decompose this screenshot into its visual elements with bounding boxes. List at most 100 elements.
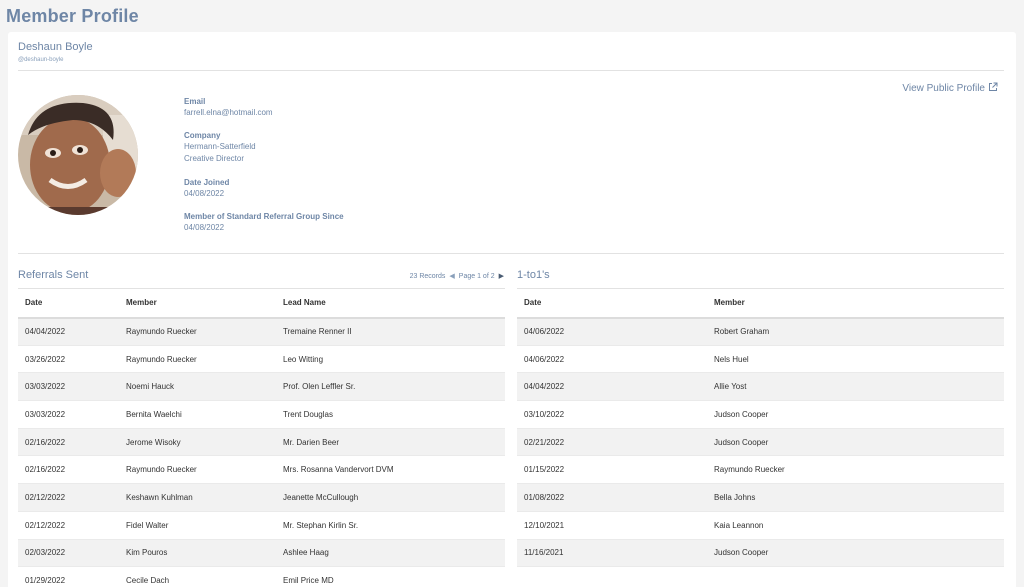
table-row[interactable]: 02/21/2022 Judson Cooper xyxy=(517,428,1004,457)
table-cell: 04/04/2022 xyxy=(18,317,119,346)
view-public-profile-link[interactable]: View Public Profile xyxy=(902,82,998,95)
table-cell: Kim Pouros xyxy=(119,539,276,568)
email-value: farrell.elna@hotmail.com xyxy=(184,108,273,117)
company-field: Company Hermann-Satterfield Creative Dir… xyxy=(184,130,256,165)
table-cell: Jeanette McCullough xyxy=(276,483,505,512)
col-lead-name[interactable]: Lead Name xyxy=(276,288,505,319)
table-cell: Mr. Stephan Kirlin Sr. xyxy=(276,511,505,540)
table-cell: 02/16/2022 xyxy=(18,428,119,457)
table-row[interactable]: 03/10/2022 Judson Cooper xyxy=(517,400,1004,429)
table-cell: Fidel Walter xyxy=(119,511,276,540)
table-cell: 02/16/2022 xyxy=(18,455,119,485)
col-member[interactable]: Member xyxy=(119,288,276,319)
table-cell: 02/12/2022 xyxy=(18,511,119,540)
table-cell: Bernita Waelchi xyxy=(119,400,276,429)
table-cell: 03/03/2022 xyxy=(18,372,119,402)
table-row[interactable]: 12/10/2021 Kaia Leannon xyxy=(517,511,1004,540)
table-cell: Prof. Olen Leffler Sr. xyxy=(276,372,505,402)
email-field: Email farrell.elna@hotmail.com xyxy=(184,96,273,119)
member-handle: @deshaun-boyle xyxy=(18,57,64,63)
page-indicator: Page 1 of 2 xyxy=(458,272,495,280)
table-cell: 03/26/2022 xyxy=(18,345,119,374)
table-row[interactable]: 02/03/2022 Kim Pouros Ashlee Haag xyxy=(18,539,505,568)
table-row[interactable]: 01/15/2022 Raymundo Ruecker xyxy=(517,455,1004,485)
table-row[interactable]: 02/16/2022 Raymundo Ruecker Mrs. Rosanna V… xyxy=(18,455,505,485)
company-role: Creative Director xyxy=(184,154,245,163)
table-cell: 02/12/2022 xyxy=(18,483,119,512)
table-cell: Leo Witting xyxy=(276,345,505,374)
table-cell: 01/15/2022 xyxy=(517,455,707,485)
table-cell: Noemi Hauck xyxy=(119,372,276,402)
page-title: Member Profile xyxy=(6,6,139,26)
table-cell: Cecile Dach xyxy=(119,566,276,587)
table-row[interactable]: 03/26/2022 Raymundo Ruecker Leo Witting xyxy=(18,345,505,374)
view-public-profile-label: View Public Profile xyxy=(902,83,985,94)
referrals-sent-title: Referrals Sent xyxy=(18,269,89,281)
table-cell: Raymundo Ruecker xyxy=(119,455,276,485)
next-page-icon[interactable]: ▶ xyxy=(499,272,504,280)
col-date[interactable]: Date xyxy=(517,288,707,319)
divider xyxy=(18,70,1004,71)
date-joined-field: Date Joined 04/08/2022 xyxy=(184,177,229,200)
table-cell: Judson Cooper xyxy=(707,428,1004,457)
table-cell: Kaia Leannon xyxy=(707,511,1004,540)
table-cell: 04/06/2022 xyxy=(517,345,707,374)
one-to-ones-title: 1-to1's xyxy=(517,269,550,281)
group-member-since-value: 04/08/2022 xyxy=(184,223,225,232)
one-to-ones-header-row: Date Member xyxy=(517,288,1004,319)
table-row[interactable]: 02/16/2022 Jerome Wisoky Mr. Darien Beer xyxy=(18,428,505,457)
table-row[interactable]: 01/08/2022 Bella Johns xyxy=(517,483,1004,512)
records-count: 23 Records xyxy=(409,272,446,280)
table-cell: Tremaine Renner II xyxy=(276,317,505,346)
referrals-header-row: Date Member Lead Name xyxy=(18,288,505,319)
table-cell: 03/10/2022 xyxy=(517,400,707,429)
table-cell: 11/16/2021 xyxy=(517,539,707,568)
table-row[interactable]: 02/12/2022 Keshawn Kuhlman Jeanette McCull… xyxy=(18,483,505,512)
prev-page-icon[interactable]: ◀ xyxy=(449,272,454,280)
table-row[interactable]: 04/04/2022 Allie Yost xyxy=(517,372,1004,402)
table-cell: Mrs. Rosanna Vandervort DVM xyxy=(276,455,505,485)
group-member-since-field: Member of Standard Referral Group Since … xyxy=(184,211,344,234)
table-cell: 03/03/2022 xyxy=(18,400,119,429)
table-cell: 12/10/2021 xyxy=(517,511,707,540)
table-row[interactable]: 04/06/2022 Nels Huel xyxy=(517,345,1004,374)
company-name: Hermann-Satterfield xyxy=(184,142,256,151)
table-cell: Ashlee Haag xyxy=(276,539,505,568)
table-row[interactable]: 03/03/2022 Noemi Hauck Prof. Olen Leffler … xyxy=(18,372,505,402)
external-link-icon xyxy=(988,82,998,95)
company-label: Company xyxy=(184,131,221,140)
table-cell: 02/21/2022 xyxy=(517,428,707,457)
table-row[interactable]: 02/12/2022 Fidel Walter Mr. Stephan Kirlin… xyxy=(18,511,505,540)
table-row[interactable]: 04/04/2022 Raymundo Ruecker Tremaine Renne… xyxy=(18,317,505,346)
col-member[interactable]: Member xyxy=(707,288,1004,319)
table-cell: Robert Graham xyxy=(707,317,1004,346)
table-cell: Trent Douglas xyxy=(276,400,505,429)
table-cell: Judson Cooper xyxy=(707,400,1004,429)
table-cell: 02/03/2022 xyxy=(18,539,119,568)
date-joined-label: Date Joined xyxy=(184,178,230,187)
table-row[interactable]: 11/16/2021 Judson Cooper xyxy=(517,539,1004,568)
referrals-pager: 23 Records ◀ Page 1 of 2 ▶ xyxy=(409,272,504,281)
referrals-table: Date Member Lead Name 04/04/2022 Raymundo… xyxy=(18,288,505,587)
one-to-ones-table: Date Member 04/06/2022 Robert Graham 04/06… xyxy=(517,288,1004,568)
email-label: Email xyxy=(184,97,206,106)
table-cell: 04/06/2022 xyxy=(517,317,707,346)
table-cell: Nels Huel xyxy=(707,345,1004,374)
group-member-since-label: Member of Standard Referral Group Since xyxy=(184,212,344,221)
avatar xyxy=(18,95,138,215)
col-date[interactable]: Date xyxy=(18,288,119,319)
table-cell: Judson Cooper xyxy=(707,539,1004,568)
table-cell: 01/08/2022 xyxy=(517,483,707,512)
table-cell: Allie Yost xyxy=(707,372,1004,402)
table-cell: Bella Johns xyxy=(707,483,1004,512)
table-cell: Keshawn Kuhlman xyxy=(119,483,276,512)
table-row[interactable]: 04/06/2022 Robert Graham xyxy=(517,317,1004,346)
member-name: Deshaun Boyle xyxy=(18,41,93,53)
table-cell: 04/04/2022 xyxy=(517,372,707,402)
table-cell: Mr. Darien Beer xyxy=(276,428,505,457)
table-cell: Raymundo Ruecker xyxy=(707,455,1004,485)
table-row[interactable]: 03/03/2022 Bernita Waelchi Trent Douglas xyxy=(18,400,505,429)
table-cell: Raymundo Ruecker xyxy=(119,317,276,346)
table-row[interactable]: 01/29/2022 Cecile Dach Emil Price MD xyxy=(18,566,505,587)
table-cell: Emil Price MD xyxy=(276,566,505,587)
